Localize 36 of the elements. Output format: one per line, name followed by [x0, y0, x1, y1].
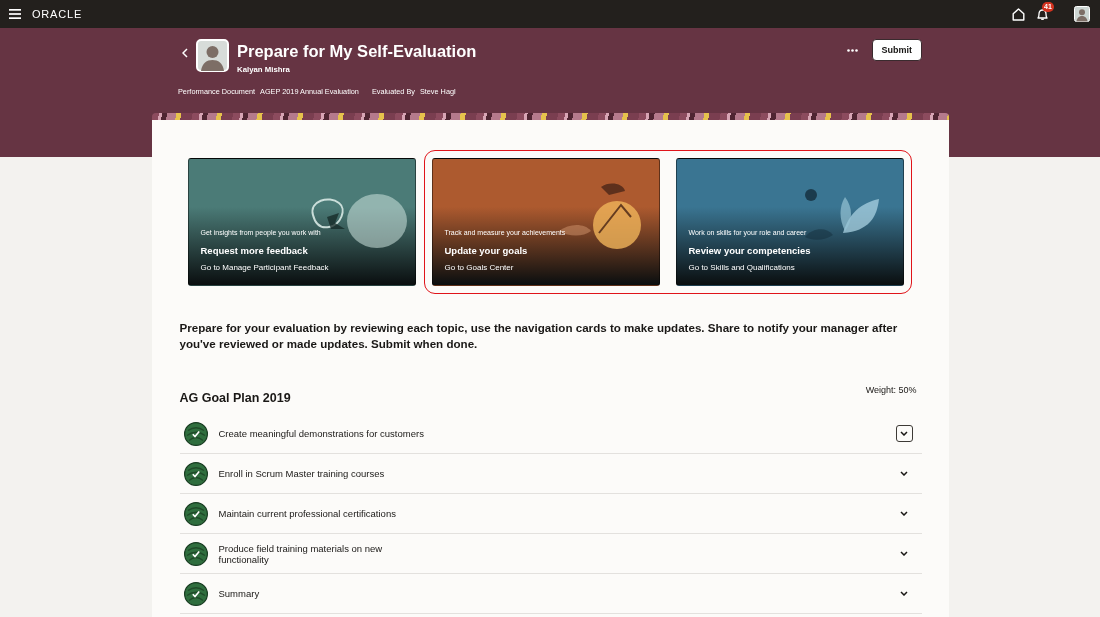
brand-logo: ORACLE: [32, 8, 83, 20]
check-circle-icon: [183, 581, 208, 606]
check-circle-icon: [183, 461, 208, 486]
check-circle-icon: [183, 541, 208, 566]
more-options-icon[interactable]: [846, 48, 858, 52]
goal-title: Summary: [218, 588, 260, 599]
check-circle-icon: [183, 501, 208, 526]
chevron-down-icon: [900, 551, 908, 556]
chevron-down-icon: [900, 511, 908, 516]
expand-button[interactable]: [895, 425, 913, 442]
card-link[interactable]: Go to Skills and Qualifications: [688, 263, 795, 272]
goal-title: Produce field training materials on new functionality: [218, 542, 384, 565]
card-title: Review your competencies: [688, 245, 812, 256]
card-link[interactable]: Go to Manage Participant Feedback: [200, 263, 329, 272]
notification-bell-icon[interactable]: [1036, 7, 1049, 21]
goal-plan-title: AG Goal Plan 2019: [179, 391, 291, 405]
user-avatar: [196, 39, 229, 72]
page-title: Prepare for My Self-Evaluation: [237, 41, 477, 61]
goal-title: Create meaningful demonstrations for customers: [218, 428, 424, 439]
home-icon[interactable]: [1012, 7, 1025, 21]
submit-button[interactable]: Submit: [871, 39, 922, 61]
weight-label: Weight: 50%: [865, 385, 917, 395]
back-button[interactable]: [180, 46, 189, 60]
goal-title: Maintain current professional certifications: [218, 508, 396, 519]
user-avatar[interactable]: [1074, 6, 1090, 22]
instructions-text: Prepare for your evaluation by reviewing each topic, use the navigation cards to make updates. Share to notify your manager after you've reviewed or made updates. Submit when done.: [179, 320, 899, 352]
card-title: Update your goals: [444, 245, 529, 256]
chevron-left-icon: [181, 48, 188, 58]
chevron-down-icon: [900, 591, 908, 596]
chevron-down-icon: [900, 471, 908, 476]
card-title: Request more feedback: [200, 245, 309, 256]
chevron-down-icon: [900, 431, 908, 436]
goal-title: Enroll in Scrum Master training courses: [218, 468, 385, 479]
check-circle-icon: [183, 421, 208, 446]
menu-icon[interactable]: [9, 9, 21, 19]
card-link[interactable]: Go to Goals Center: [444, 263, 514, 272]
